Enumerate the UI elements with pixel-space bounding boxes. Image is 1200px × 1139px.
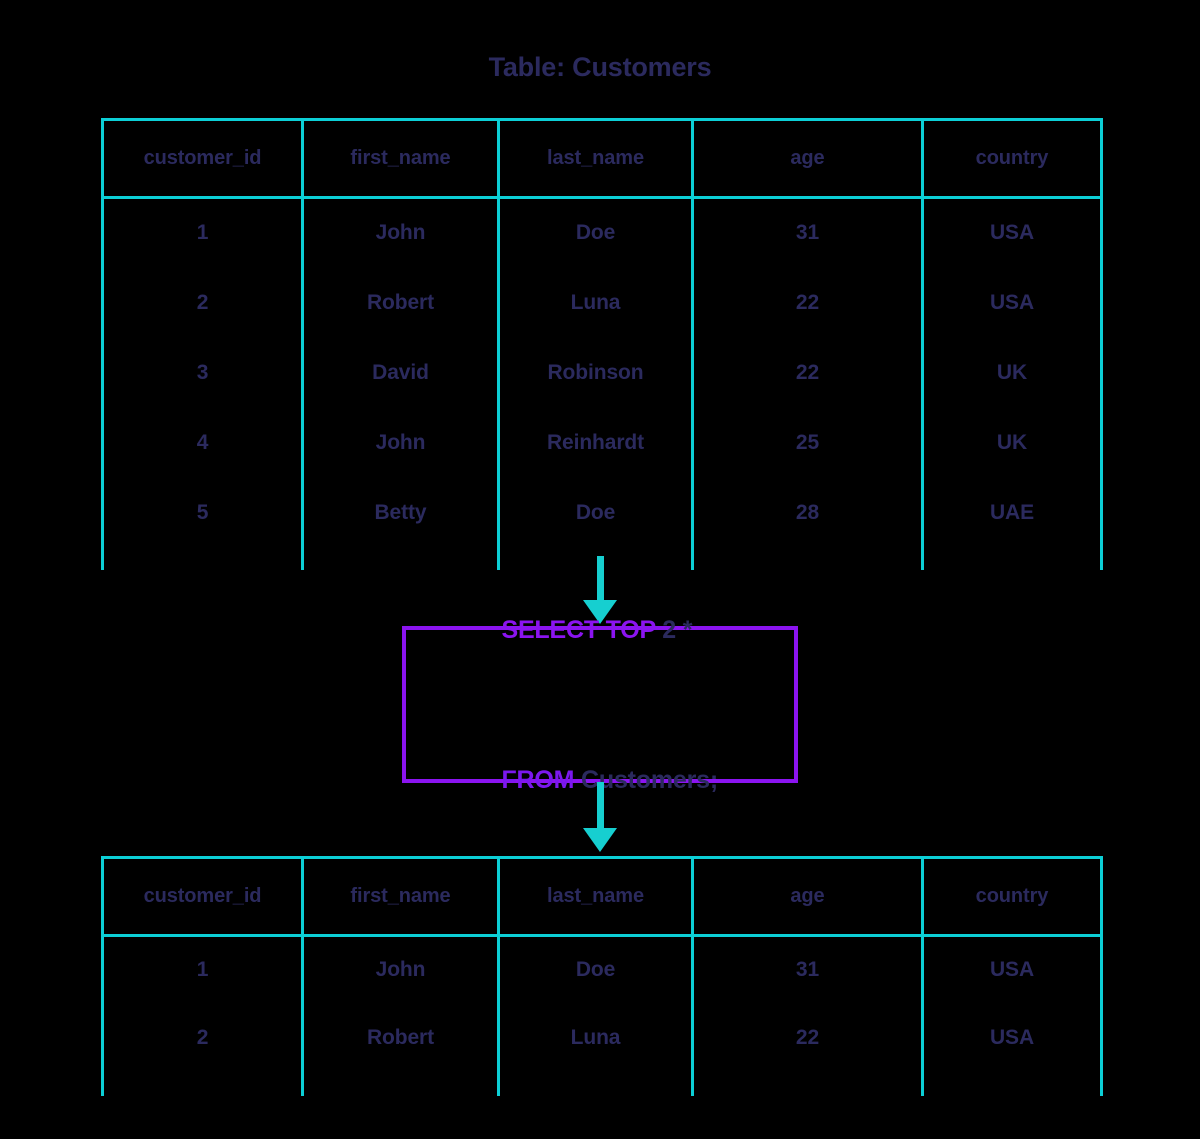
table-row: 2 Robert Luna 22 USA [101,267,1103,338]
table-row: 2 Robert Luna 22 USA [101,1003,1103,1072]
sql-keyword-select-top: SELECT TOP [501,615,656,644]
query-line-1: SELECT TOP 2 * [461,555,794,705]
cell-last-name: Doe [497,477,694,548]
source-table-header: customer_id first_name last_name age cou… [101,118,1103,199]
source-table-body: 1 John Doe 31 USA 2 Robert Luna 22 USA 3… [101,197,1103,570]
down-arrow-icon-to-result [583,782,617,856]
column-header-last-name: last_name [497,856,694,937]
column-header-age: age [691,856,924,937]
cell-age: 31 [691,935,924,1004]
sql-literal-top-count: 2 * [655,615,693,644]
arrow-shaft [597,782,604,832]
cell-first-name: Betty [301,477,500,548]
cell-age: 28 [691,477,924,548]
cell-first-name: Robert [301,1003,500,1072]
cell-age: 22 [691,337,924,408]
column-header-last-name: last_name [497,118,694,199]
column-header-first-name: first_name [301,118,500,199]
table-row: 5 Betty Doe 28 UAE [101,477,1103,548]
cell-age: 22 [691,1003,924,1072]
table-row: 4 John Reinhardt 25 UK [101,407,1103,478]
cell-customer-id: 5 [101,477,304,548]
result-table-header: customer_id first_name last_name age cou… [101,856,1103,937]
cell-first-name: Robert [301,267,500,338]
cell-country: USA [921,197,1103,268]
cell-customer-id: 1 [101,197,304,268]
column-header-country: country [921,856,1103,937]
cell-customer-id: 4 [101,407,304,478]
cell-last-name: Doe [497,197,694,268]
query-line-2: FROM Customers; [461,705,794,855]
cell-customer-id: 2 [101,1003,304,1072]
cell-country: UK [921,407,1103,478]
cell-last-name: Robinson [497,337,694,408]
cell-age: 31 [691,197,924,268]
cell-first-name: John [301,407,500,478]
table-row: 1 John Doe 31 USA [101,935,1103,1004]
column-header-customer-id: customer_id [101,856,304,937]
table-header-row: customer_id first_name last_name age cou… [101,856,1103,937]
cell-country: UAE [921,477,1103,548]
cell-first-name: John [301,935,500,1004]
result-table: customer_id first_name last_name age cou… [101,856,1103,1096]
source-table: customer_id first_name last_name age cou… [101,118,1103,570]
cell-country: USA [921,935,1103,1004]
column-header-customer-id: customer_id [101,118,304,199]
cell-customer-id: 3 [101,337,304,408]
cell-country: UK [921,337,1103,408]
table-header-row: customer_id first_name last_name age cou… [101,118,1103,199]
page-title: Table: Customers [488,52,712,82]
cell-first-name: David [301,337,500,408]
result-table-body: 1 John Doe 31 USA 2 Robert Luna 22 USA [101,935,1103,1096]
cell-country: USA [921,267,1103,338]
cell-customer-id: 1 [101,935,304,1004]
cell-first-name: John [301,197,500,268]
cell-last-name: Luna [497,1003,694,1072]
table-row: 3 David Robinson 22 UK [101,337,1103,408]
cell-last-name: Reinhardt [497,407,694,478]
table-row: 1 John Doe 31 USA [101,197,1103,268]
sql-query-box: SELECT TOP 2 * FROM Customers; [402,616,798,794]
cell-age: 25 [691,407,924,478]
column-header-country: country [921,118,1103,199]
sql-select-top-diagram: Table: Customers customer_id first_name … [0,0,1200,1139]
column-header-first-name: first_name [301,856,500,937]
sql-keyword-from: FROM [501,765,575,794]
cell-country: USA [921,1003,1103,1072]
cell-last-name: Luna [497,267,694,338]
column-header-age: age [691,118,924,199]
arrow-head [583,828,617,852]
cell-customer-id: 2 [101,267,304,338]
cell-age: 22 [691,267,924,338]
table-bottom-frame [101,1071,1103,1096]
cell-last-name: Doe [497,935,694,1004]
